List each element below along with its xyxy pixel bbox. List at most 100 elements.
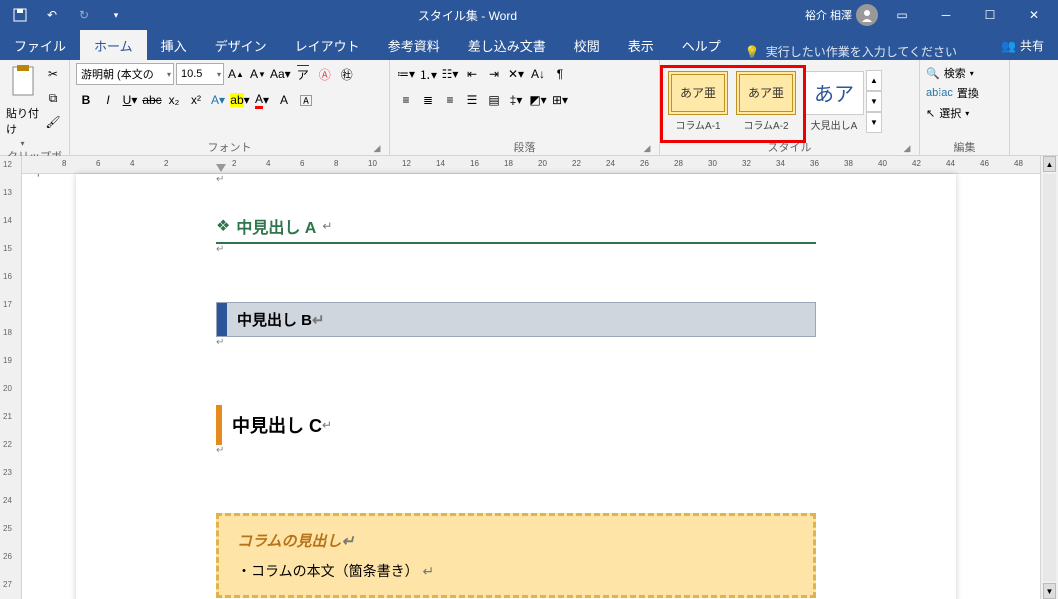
maximize-button[interactable]: ☐ [970,0,1010,30]
paste-icon[interactable] [7,63,39,103]
phonetic-guide-icon[interactable]: ア [293,63,313,85]
tab-layout[interactable]: レイアウト [281,30,374,60]
justify-icon[interactable]: ☰ [462,89,482,111]
numbering-icon[interactable]: ⒈▾ [418,63,438,85]
align-right-icon[interactable]: ≡ [440,89,460,111]
group-label-paragraph: 段落 [514,142,536,154]
column-title-text[interactable]: コラムの見出し [237,533,342,550]
tab-home[interactable]: ホーム [80,30,147,60]
font-dialog-launcher-icon[interactable]: ◢ [371,143,383,155]
scroll-track[interactable] [1043,174,1056,581]
window-title: スタイル集 - Word [130,7,805,24]
redo-icon[interactable]: ↻ [70,3,98,27]
document-area: 8642246810121416182022242628303234363840… [22,156,1040,599]
char-border-icon[interactable]: 🄰 [296,89,316,111]
paste-dropdown-icon[interactable]: ▾ [20,139,24,148]
shading-icon[interactable]: ◩▾ [528,89,548,111]
copy-icon[interactable]: ⧉ [43,87,63,109]
clear-format-icon[interactable]: Ⓐ [315,63,335,85]
increase-indent-icon[interactable]: ⇥ [484,63,504,85]
format-painter-icon[interactable]: 🖌 [43,111,63,133]
subscript-button[interactable]: x₂ [164,89,184,111]
ruler-tick: 27 [3,580,12,589]
align-left-icon[interactable]: ≡ [396,89,416,111]
scroll-up-icon[interactable]: ▲ [1043,156,1056,172]
find-button[interactable]: 🔍検索▾ [926,65,979,81]
tab-mailings[interactable]: 差し込み文書 [454,30,560,60]
line-spacing-icon[interactable]: ‡▾ [506,89,526,111]
vertical-scrollbar[interactable]: ▲ ▼ [1040,156,1058,599]
undo-icon[interactable]: ↶ [38,3,66,27]
sort-icon[interactable]: A↓ [528,63,548,85]
share-button[interactable]: 👥 共有 [987,31,1058,60]
strikethrough-button[interactable]: abc [142,89,162,111]
tab-review[interactable]: 校閲 [560,30,614,60]
gallery-down-icon[interactable]: ▼ [866,91,882,112]
char-shading-icon[interactable]: A [274,89,294,111]
font-color-icon[interactable]: A▾ [252,89,272,111]
qat-customize-icon[interactable]: ▾ [102,3,130,27]
align-center-icon[interactable]: ≣ [418,89,438,111]
italic-button[interactable]: I [98,89,118,111]
horizontal-ruler: 8642246810121416182022242628303234363840… [22,156,1040,174]
bullets-icon[interactable]: ≔▾ [396,63,416,85]
show-marks-icon[interactable]: ¶ [550,63,570,85]
multilevel-list-icon[interactable]: ☷▾ [440,63,460,85]
group-label-editing: 編集 [954,142,976,154]
ruler-tick: 28 [674,159,683,168]
paste-label[interactable]: 貼り付け [6,105,39,137]
paragraph-dialog-launcher-icon[interactable]: ◢ [641,143,653,155]
tab-view[interactable]: 表示 [614,30,668,60]
ruler-tick: 22 [3,440,12,449]
heading-a-text[interactable]: 中見出し A [236,214,316,238]
enclose-char-icon[interactable]: ㊓ [337,63,357,85]
text-effects-icon[interactable]: A▾ [208,89,228,111]
style-big-heading-a[interactable]: あア 大見出しA [802,71,866,132]
heading-c-text[interactable]: 中見出し C [232,412,322,438]
shrink-font-icon[interactable]: A▼ [248,63,268,85]
change-case-icon[interactable]: Aa▾ [270,63,291,85]
tab-help[interactable]: ヘルプ [668,30,735,60]
cut-icon[interactable]: ✂ [43,63,63,85]
group-label-font: フォント [208,142,252,154]
ruler-tick: 34 [776,159,785,168]
ruler-tick: 48 [1014,159,1023,168]
replace-button[interactable]: ab⁞ac置換 [926,85,979,101]
page[interactable]: ↵ ❖ 中見出し A ↵ ↵ 中見出し B↵ ↵ 中見出し C ↵ ↵ コラムの… [76,174,956,599]
tell-me[interactable]: 💡 実行したい作業を入力してください [745,43,957,60]
select-button[interactable]: ↖選択▾ [926,105,979,121]
font-size-combo[interactable]: 10.5▾ [176,63,224,85]
superscript-button[interactable]: x² [186,89,206,111]
ruler-tick: 4 [266,159,270,168]
underline-button[interactable]: U▾ [120,89,140,111]
asian-layout-icon[interactable]: ✕▾ [506,63,526,85]
tab-file[interactable]: ファイル [0,30,80,60]
close-button[interactable]: ✕ [1014,0,1054,30]
bold-button[interactable]: B [76,89,96,111]
highlight-icon[interactable]: ab▾ [230,89,250,111]
ribbon-display-icon[interactable]: ▭ [882,0,922,30]
decrease-indent-icon[interactable]: ⇤ [462,63,482,85]
tab-design[interactable]: デザイン [201,30,281,60]
style-column-a1[interactable]: あア亜 コラムA-1 [666,71,730,132]
tab-insert[interactable]: 挿入 [147,30,201,60]
ruler-tick: 20 [3,384,12,393]
heading-b-text[interactable]: 中見出し B [237,312,312,329]
styles-dialog-launcher-icon[interactable]: ◢ [901,143,913,155]
tab-references[interactable]: 参考資料 [374,30,454,60]
font-name-combo[interactable]: 游明朝 (本文の▾ [76,63,174,85]
minimize-button[interactable]: ─ [926,0,966,30]
save-icon[interactable] [6,3,34,27]
gallery-more-icon[interactable]: ▼ [866,112,882,133]
ruler-tick: 12 [402,159,411,168]
font-size-value: 10.5 [181,68,202,80]
first-line-indent-marker[interactable] [216,164,226,172]
borders-icon[interactable]: ⊞▾ [550,89,570,111]
grow-font-icon[interactable]: A▲ [226,63,246,85]
distributed-icon[interactable]: ▤ [484,89,504,111]
user-avatar-icon[interactable] [856,4,878,26]
gallery-up-icon[interactable]: ▲ [866,70,882,91]
style-column-a2[interactable]: あア亜 コラムA-2 [734,71,798,132]
scroll-down-icon[interactable]: ▼ [1043,583,1056,599]
column-body-text[interactable]: ・コラムの本文（箇条書き） [237,563,419,579]
